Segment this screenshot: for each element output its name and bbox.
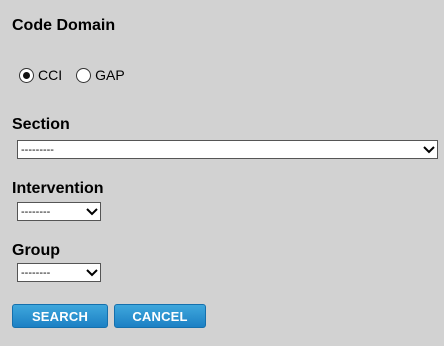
cancel-button[interactable]: CANCEL bbox=[114, 304, 206, 328]
radio-gap[interactable] bbox=[76, 67, 92, 83]
section-label: Section bbox=[12, 116, 70, 133]
intervention-select-value: -------- bbox=[21, 205, 51, 218]
group-label: Group bbox=[12, 242, 60, 259]
section-select[interactable]: --------- bbox=[17, 140, 438, 159]
section-select-value: --------- bbox=[21, 143, 54, 156]
intervention-label: Intervention bbox=[12, 180, 104, 197]
chevron-down-icon bbox=[84, 203, 100, 220]
intervention-select[interactable]: -------- bbox=[17, 202, 101, 221]
code-domain-radio-group: CCI GAP bbox=[19, 67, 125, 83]
chevron-down-icon bbox=[84, 264, 100, 281]
group-select-value: -------- bbox=[21, 266, 51, 279]
code-domain-title: Code Domain bbox=[12, 17, 116, 34]
radio-cci[interactable] bbox=[19, 67, 34, 83]
chevron-down-icon bbox=[421, 141, 437, 158]
radio-gap-label[interactable]: GAP bbox=[95, 67, 125, 83]
radio-cci-label[interactable]: CCI bbox=[38, 67, 62, 83]
group-select[interactable]: -------- bbox=[17, 263, 101, 282]
code-domain-panel: Code Domain CCI GAP Section --------- In… bbox=[0, 0, 444, 346]
search-button[interactable]: SEARCH bbox=[12, 304, 108, 328]
